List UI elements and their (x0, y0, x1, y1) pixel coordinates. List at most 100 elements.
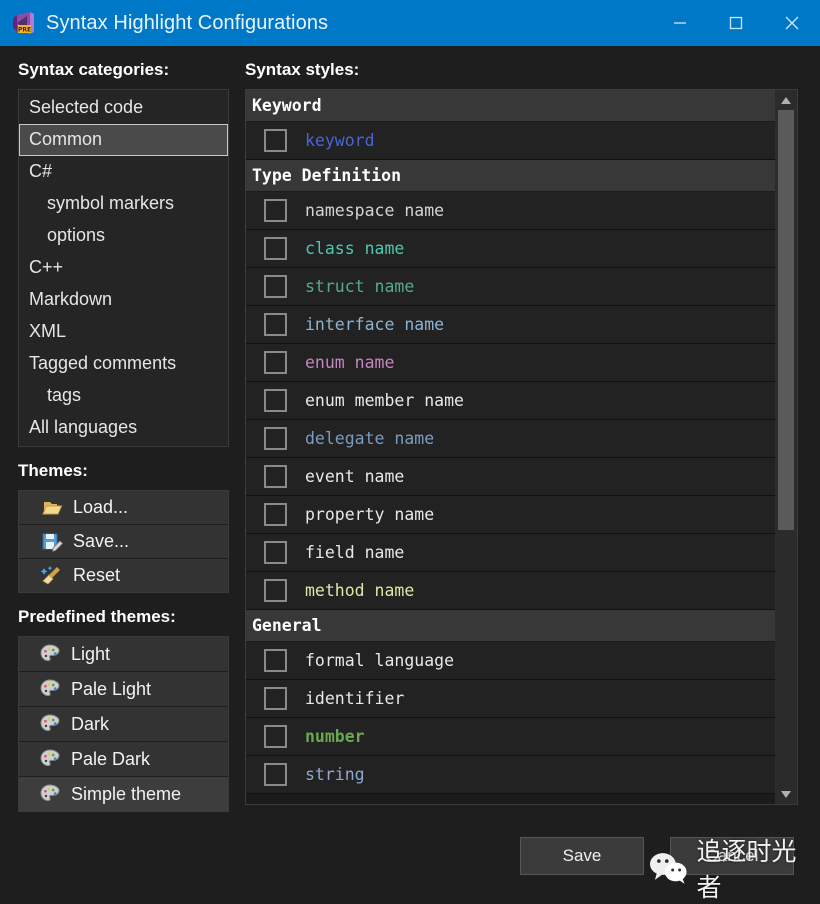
style-checkbox[interactable] (264, 129, 287, 152)
style-row[interactable]: identifier (246, 680, 775, 718)
style-row[interactable]: namespace name (246, 192, 775, 230)
style-label: class name (305, 239, 404, 258)
style-checkbox[interactable] (264, 465, 287, 488)
style-checkbox[interactable] (264, 687, 287, 710)
right-pane: Syntax styles: KeywordkeywordType Defini… (229, 46, 820, 889)
category-item[interactable]: All languages (19, 412, 228, 444)
style-row[interactable]: property name (246, 496, 775, 534)
style-checkbox[interactable] (264, 313, 287, 336)
syntax-styles-list[interactable]: KeywordkeywordType Definitionnamespace n… (246, 90, 775, 804)
scroll-up-arrow-icon[interactable] (775, 90, 797, 110)
style-row[interactable]: method name (246, 572, 775, 610)
style-checkbox[interactable] (264, 649, 287, 672)
scroll-down-arrow-icon[interactable] (775, 784, 797, 804)
category-item[interactable]: options (19, 220, 228, 252)
style-row[interactable]: enum member name (246, 382, 775, 420)
style-checkbox[interactable] (264, 389, 287, 412)
scrollbar-track[interactable] (775, 110, 797, 784)
syntax-categories-list[interactable]: Selected codeCommonC#symbol markersoptio… (18, 89, 229, 447)
predefined-themes-label: Predefined themes: (18, 607, 229, 627)
style-group-header: Type Definition (246, 160, 775, 192)
predefined-themes-block: Predefined themes: Light Pale Light Dark Pa… (18, 607, 229, 812)
predefined-theme-label: Dark (71, 714, 109, 735)
style-row[interactable]: enum name (246, 344, 775, 382)
style-checkbox[interactable] (264, 579, 287, 602)
dialog-footer: Save Cancel (0, 823, 820, 889)
predefined-theme-label: Simple theme (71, 784, 181, 805)
minimize-button[interactable] (652, 0, 708, 46)
category-item[interactable]: tags (19, 380, 228, 412)
category-item[interactable]: C# (19, 156, 228, 188)
category-item[interactable]: XML (19, 316, 228, 348)
style-label: identifier (305, 689, 404, 708)
style-row[interactable]: event name (246, 458, 775, 496)
svg-text:PRE: PRE (18, 27, 31, 34)
maximize-button[interactable] (708, 0, 764, 46)
predefined-theme-button[interactable]: Dark (19, 707, 228, 742)
save-button[interactable]: Save (520, 837, 644, 875)
style-checkbox[interactable] (264, 503, 287, 526)
style-row[interactable]: interface name (246, 306, 775, 344)
style-checkbox[interactable] (264, 237, 287, 260)
style-checkbox[interactable] (264, 541, 287, 564)
style-row[interactable]: class name (246, 230, 775, 268)
style-checkbox[interactable] (264, 199, 287, 222)
syntax-categories-label: Syntax categories: (18, 60, 229, 80)
broom-sparkle-icon (41, 565, 63, 587)
scrollbar-thumb[interactable] (778, 110, 794, 530)
category-item[interactable]: symbol markers (19, 188, 228, 220)
themes-label: Themes: (18, 461, 229, 481)
themes-block: Themes: Load... Save...Reset (18, 461, 229, 593)
style-label: field name (305, 543, 404, 562)
palette-icon (39, 678, 61, 700)
palette-icon (39, 643, 61, 665)
left-pane: Syntax categories: Selected codeCommonC#… (0, 46, 229, 889)
style-row[interactable]: field name (246, 534, 775, 572)
palette-icon (39, 783, 61, 805)
palette-icon (39, 713, 61, 735)
category-item[interactable]: Tagged comments (19, 348, 228, 380)
category-item-selected[interactable]: Common (19, 124, 228, 156)
style-label: property name (305, 505, 434, 524)
style-checkbox[interactable] (264, 763, 287, 786)
style-checkbox[interactable] (264, 351, 287, 374)
style-row[interactable]: keyword (246, 122, 775, 160)
style-checkbox[interactable] (264, 725, 287, 748)
cancel-button[interactable]: Cancel (670, 837, 794, 875)
style-label: keyword (305, 131, 375, 150)
syntax-styles-frame: KeywordkeywordType Definitionnamespace n… (245, 89, 798, 805)
style-checkbox[interactable] (264, 427, 287, 450)
style-label: namespace name (305, 201, 444, 220)
predefined-theme-button[interactable]: Pale Light (19, 672, 228, 707)
style-row[interactable]: struct name (246, 268, 775, 306)
predefined-theme-button[interactable]: Pale Dark (19, 742, 228, 777)
styles-vertical-scrollbar[interactable] (775, 90, 797, 804)
visual-studio-pre-icon: PRE (10, 10, 36, 36)
theme-action-button[interactable]: Load... (19, 491, 228, 525)
dialog-content: Syntax categories: Selected codeCommonC#… (0, 46, 820, 889)
theme-action-button[interactable]: Save... (19, 525, 228, 559)
theme-action-button[interactable]: Reset (19, 559, 228, 592)
style-row[interactable]: delegate name (246, 420, 775, 458)
style-row[interactable]: string (246, 756, 775, 794)
category-item[interactable]: Selected code (19, 92, 228, 124)
style-label: string (305, 765, 365, 784)
window-title: Syntax Highlight Configurations (46, 12, 328, 35)
style-checkbox[interactable] (264, 275, 287, 298)
category-item[interactable]: Markdown (19, 284, 228, 316)
syntax-styles-label: Syntax styles: (245, 60, 820, 80)
style-row[interactable]: number (246, 718, 775, 756)
theme-actions-list: Load... Save...Reset (18, 490, 229, 593)
style-label: event name (305, 467, 404, 486)
category-item[interactable]: C++ (19, 252, 228, 284)
style-label: formal language (305, 651, 454, 670)
theme-action-label: Load... (73, 497, 128, 518)
close-button[interactable] (764, 0, 820, 46)
style-row[interactable]: formal language (246, 642, 775, 680)
predefined-theme-button[interactable]: Simple theme (19, 777, 228, 811)
style-label: enum name (305, 353, 394, 372)
predefined-theme-label: Light (71, 644, 110, 665)
style-label: number (305, 727, 365, 746)
style-label: enum member name (305, 391, 464, 410)
predefined-theme-button[interactable]: Light (19, 637, 228, 672)
